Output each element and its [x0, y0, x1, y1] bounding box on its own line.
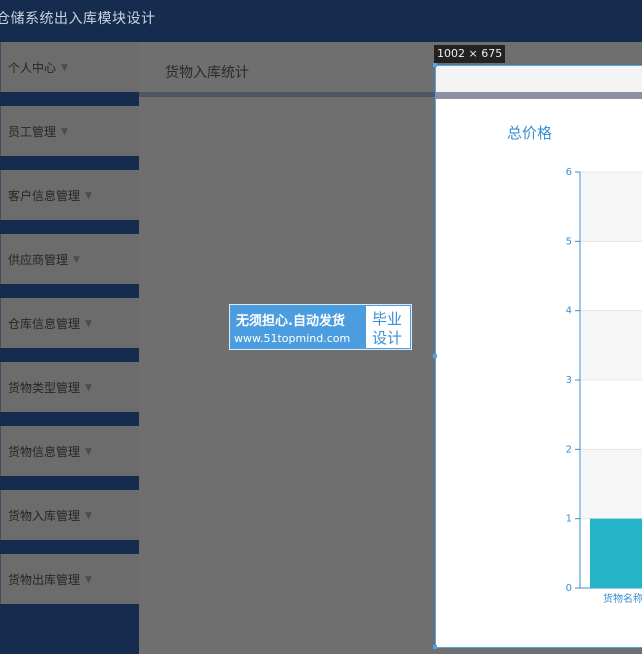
y-tick-label: 1 [566, 514, 572, 525]
sidebar-item-label: 员工管理 ▼ [8, 125, 68, 139]
chevron-down-icon: ▼ [85, 511, 92, 521]
watermark-banner[interactable]: 无须担心.自动发货 www.51topmind.com 毕业 设计 [229, 304, 412, 350]
watermark-badge-line2: 设计 [372, 329, 403, 347]
sidebar: 个人中心 ▼ 员工管理 ▼ 客户信息管理 ▼ 供应商管理 ▼ 仓库信息管理 ▼ 货物类型管… [0, 42, 139, 654]
top-bar: 仓储系统出入库模块设计 [0, 0, 642, 42]
watermark-url: www.51topmind.com [234, 332, 351, 345]
chevron-down-icon: ▼ [61, 63, 68, 73]
sidebar-item-label: 货物类型管理 ▼ [8, 381, 92, 395]
selection-handle[interactable] [433, 645, 437, 649]
grid-band [581, 310, 642, 380]
y-tick-label: 0 [566, 583, 572, 594]
chevron-down-icon: ▼ [85, 191, 92, 201]
sidebar-item-staff[interactable]: 员工管理 ▼ [0, 106, 139, 156]
sidebar-item-goods-outbound[interactable]: 货物出库管理 ▼ [0, 554, 139, 604]
watermark-badge-line1: 毕业 [372, 310, 403, 328]
watermark-line1: 无须担心.自动发货 [236, 314, 345, 329]
sidebar-item-label: 客户信息管理 ▼ [8, 189, 92, 203]
sidebar-item-label: 仓库信息管理 ▼ [8, 317, 92, 331]
sidebar-item-goods-inbound[interactable]: 货物入库管理 ▼ [0, 490, 139, 540]
y-tick-label: 6 [566, 167, 572, 178]
sidebar-item-goods-types[interactable]: 货物类型管理 ▼ [0, 362, 139, 412]
chevron-down-icon: ▼ [85, 383, 92, 393]
selection-handle[interactable] [433, 354, 437, 358]
y-tick-label: 4 [566, 306, 572, 317]
chevron-down-icon: ▼ [85, 319, 92, 329]
sidebar-item-warehouses[interactable]: 仓库信息管理 ▼ [0, 298, 139, 348]
sidebar-item-customers[interactable]: 客户信息管理 ▼ [0, 170, 139, 220]
sidebar-item-suppliers[interactable]: 供应商管理 ▼ [0, 234, 139, 284]
sidebar-item-personal-center[interactable]: 个人中心 ▼ [0, 42, 139, 92]
sidebar-item-label: 货物入库管理 ▼ [8, 509, 92, 523]
y-tick-label: 3 [566, 375, 572, 386]
app-title: 仓储系统出入库模块设计 [0, 11, 156, 27]
y-tick-label: 2 [566, 444, 572, 455]
page-title: 货物入库统计 [165, 65, 249, 81]
devtools-dimension-tooltip: 1002 × 675 [434, 45, 506, 63]
grid-band [581, 172, 642, 242]
sidebar-item-label: 个人中心 ▼ [8, 61, 68, 75]
chevron-down-icon: ▼ [73, 255, 80, 265]
chart-panel: 总价格 0 1 2 3 4 5 6 货物名称 [435, 65, 642, 648]
x-tick-label: 货物名称 [603, 592, 642, 605]
chevron-down-icon: ▼ [61, 127, 68, 137]
sidebar-item-label: 货物信息管理 ▼ [8, 445, 92, 459]
sidebar-item-label: 供应商管理 ▼ [8, 253, 80, 267]
bar-chart: 0 1 2 3 4 5 6 货物名称 [566, 167, 642, 605]
bar[interactable] [590, 518, 642, 588]
watermark-badge: 毕业 设计 [366, 306, 410, 348]
chevron-down-icon: ▼ [85, 575, 92, 585]
sidebar-item-goods-info[interactable]: 货物信息管理 ▼ [0, 426, 139, 476]
y-tick-label: 5 [566, 236, 572, 247]
selection-handle[interactable] [433, 63, 437, 67]
sidebar-item-label: 货物出库管理 ▼ [8, 573, 92, 587]
chevron-down-icon: ▼ [85, 447, 92, 457]
grid-band [581, 449, 642, 519]
